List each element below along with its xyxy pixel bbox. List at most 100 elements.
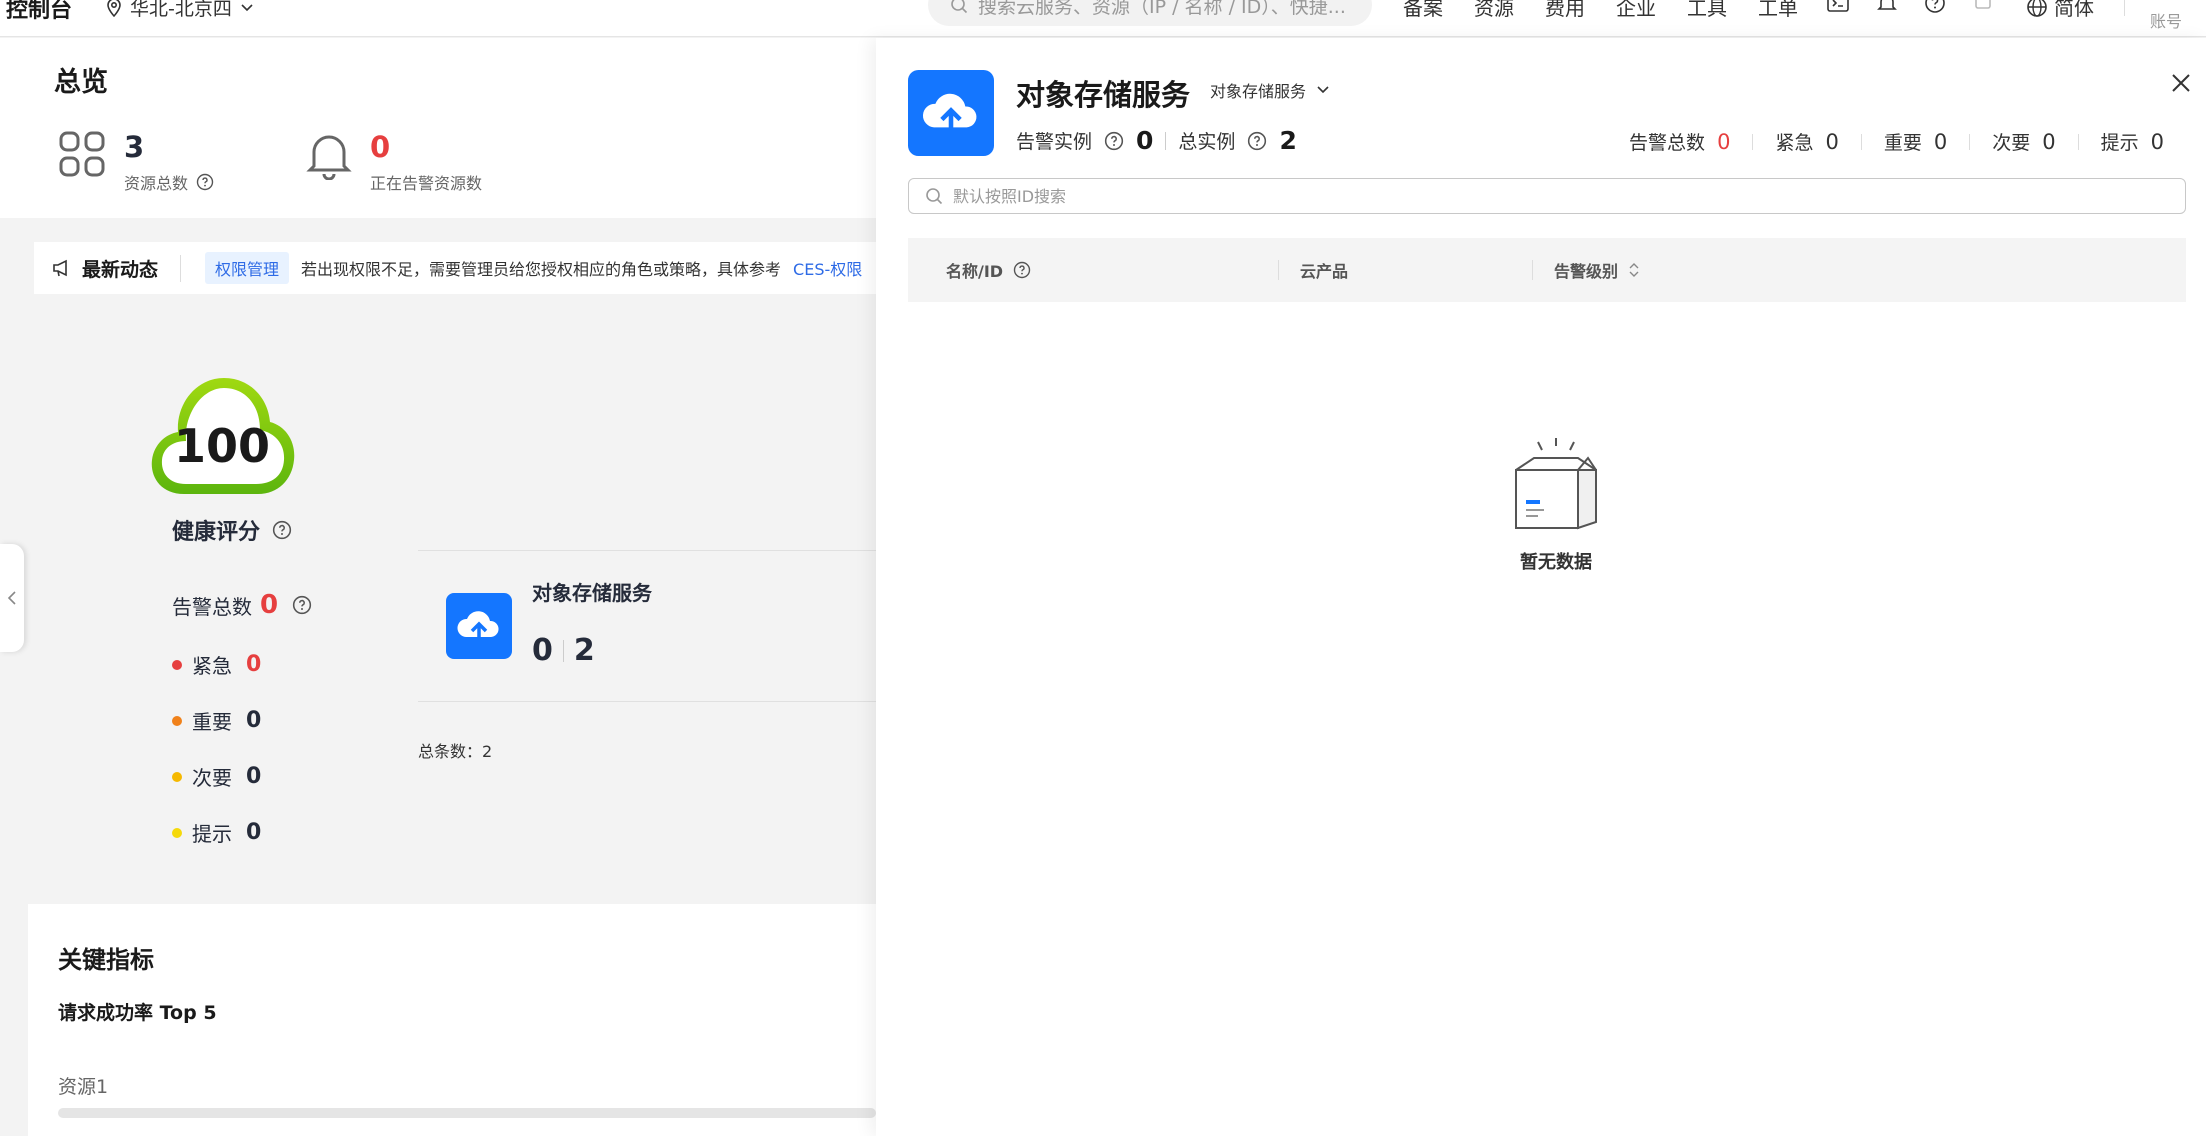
column-alarm-level-label: 告警级别 [1554,262,1619,281]
alarm-divider [1860,133,1862,150]
close-icon[interactable] [2170,72,2192,94]
page-title: 总览 [54,67,108,98]
cloud-upload-icon [446,593,512,659]
nav-divider [2124,0,2125,16]
account-label[interactable]: 账号 [2150,8,2182,32]
alarming-resources-stat: 0 正在告警资源数 [306,130,482,194]
nav-tools[interactable]: 工具 [1687,0,1727,21]
globe-icon [2027,0,2047,17]
alarm-summary-minor-label: 次要 [1992,132,2031,154]
column-cloud-product-label: 云产品 [1300,262,1349,281]
health-score: 100 [146,370,298,504]
region-selector[interactable]: 华北-北京四 [106,0,254,21]
help-icon[interactable] [1104,131,1124,151]
empty-state: 暂无数据 [1494,434,1618,574]
alarm-summary-major-value: 0 [1933,129,1948,154]
key-metrics-panel: 关键指标 请求成功率 Top 5 资源1 [28,904,876,1136]
level-major-value: 0 [246,708,262,733]
column-divider [1278,260,1279,280]
alarm-summary-total-value: 0 [1717,129,1731,154]
alarm-summary-info: 提示 0 [2101,128,2164,155]
help-icon[interactable] [1924,0,1946,14]
level-info: 提示 0 [172,818,261,847]
alarm-summary-major: 重要 0 [1884,128,1947,155]
chevron-down-icon [241,3,253,11]
drawer-title: 对象存储服务 [1016,78,1191,112]
alarm-summary-major-label: 重要 [1883,132,1922,154]
total-instances-label: 总实例 [1178,131,1236,153]
terminal-icon[interactable] [1826,0,1850,14]
nav-billing[interactable]: 费用 [1545,0,1585,21]
empty-state-text: 暂无数据 [1520,552,1592,573]
level-info-value: 0 [246,820,262,845]
count-divider [562,639,564,662]
nav-beian[interactable]: 备案 [1403,0,1443,21]
bell-icon[interactable] [1876,0,1898,14]
sort-icon[interactable] [1628,261,1640,279]
global-search-placeholder: 搜索云服务、资源（IP / 名称 / ID）、快捷... [978,0,1346,18]
table-header: 名称/ID 云产品 告警级别 [908,238,2186,302]
bell-icon [306,135,352,180]
alarm-divider [2077,133,2079,150]
help-icon[interactable] [1247,131,1267,151]
health-score-value: 100 [174,419,270,473]
service-detail-drawer: 对象存储服务 对象存储服务 告警实例 0 总实例 2 告警总数 0 紧急 0 重… [876,38,2206,1136]
metric-resource-label: 资源1 [58,1076,109,1098]
stats-divider [1165,131,1167,150]
level-major-label: 重要 [192,710,232,734]
chevron-left-icon [7,591,16,605]
alarm-total-label: 告警总数 [172,594,252,619]
key-metrics-subtitle: 请求成功率 Top 5 [58,1002,217,1024]
health-cloud-icon: 100 [151,378,295,494]
health-label: 健康评分 [172,514,292,546]
language-switch[interactable]: 简体 [2026,0,2094,21]
help-icon[interactable] [1013,261,1031,279]
drawer-alarm-summary: 告警总数 0 紧急 0 重要 0 次要 0 提示 0 [1629,128,2164,155]
news-tag: 权限管理 [205,252,290,284]
key-metrics-title: 关键指标 [58,946,154,974]
console-logo[interactable]: 控制台 [6,0,72,24]
drawer-search-input[interactable] [953,186,2153,206]
major-dot-icon [172,715,182,726]
resource-total-text: 资源总数 [124,174,189,193]
alarm-total-value: 0 [260,590,279,620]
service-select[interactable]: 对象存储服务 [1210,78,1330,102]
level-major: 重要 0 [172,706,261,735]
health-label-text: 健康评分 [172,520,261,545]
alarm-instances-value: 0 [1136,126,1154,155]
nav-tickets[interactable]: 工单 [1758,0,1798,21]
alarm-divider [1969,133,1971,150]
resource-total-label: 资源总数 [124,170,214,194]
help-icon[interactable] [272,520,292,540]
column-alarm-level[interactable]: 告警级别 [1554,238,1640,302]
level-minor-label: 次要 [192,766,232,790]
level-minor: 次要 0 [172,762,261,791]
service-card-obs[interactable]: 对象存储服务 0 2 [418,550,876,702]
alarm-instances-label: 告警实例 [1016,131,1093,153]
total-items-count: 总条数：2 [418,742,493,761]
help-icon[interactable] [196,173,214,191]
help-icon[interactable] [292,595,312,615]
alarm-summary-total-label: 告警总数 [1629,132,1706,154]
level-critical-value: 0 [246,652,262,677]
news-title-text: 最新动态 [82,258,159,281]
chevron-down-icon [1317,86,1329,94]
service-card-name: 对象存储服务 [532,581,652,605]
alarm-summary-critical-label: 紧急 [1775,132,1814,154]
level-minor-value: 0 [246,764,262,789]
location-pin-icon [107,0,121,17]
global-search[interactable]: 搜索云服务、资源（IP / 名称 / ID）、快捷... [928,0,1372,26]
collapse-tab[interactable] [0,544,24,652]
nav-enterprise[interactable]: 企业 [1616,0,1656,21]
column-name-id-label: 名称/ID [946,262,1004,281]
news-message: 若出现权限不足，需要管理员给您授权相应的角色或策略，具体参考 [301,260,782,279]
service-select-value: 对象存储服务 [1210,82,1307,101]
alarm-summary-critical: 紧急 0 [1775,128,1838,155]
news-link[interactable]: CES-权限 [793,256,862,280]
nav-resources[interactable]: 资源 [1474,0,1514,21]
megaphone-icon [53,259,67,277]
alarm-divider [1752,133,1754,150]
drawer-search[interactable] [908,178,2186,214]
feedback-icon[interactable] [1972,0,1994,14]
drawer-instance-stats: 告警实例 0 总实例 2 [1016,126,1297,155]
